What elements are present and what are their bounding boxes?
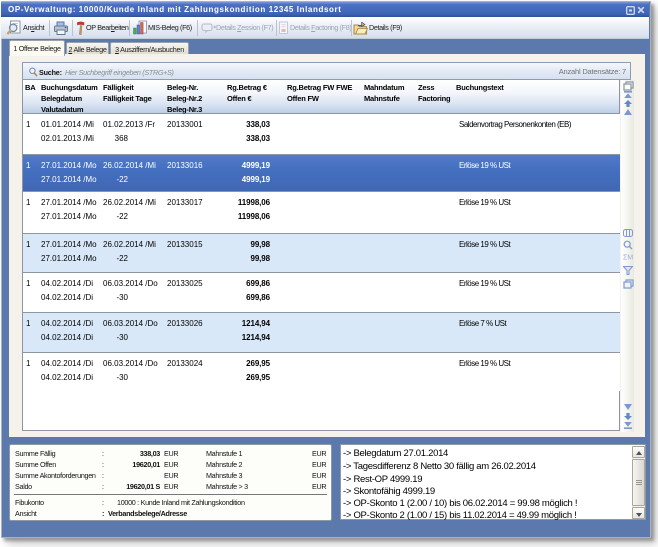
svg-text:ΣM: ΣM <box>623 255 633 262</box>
